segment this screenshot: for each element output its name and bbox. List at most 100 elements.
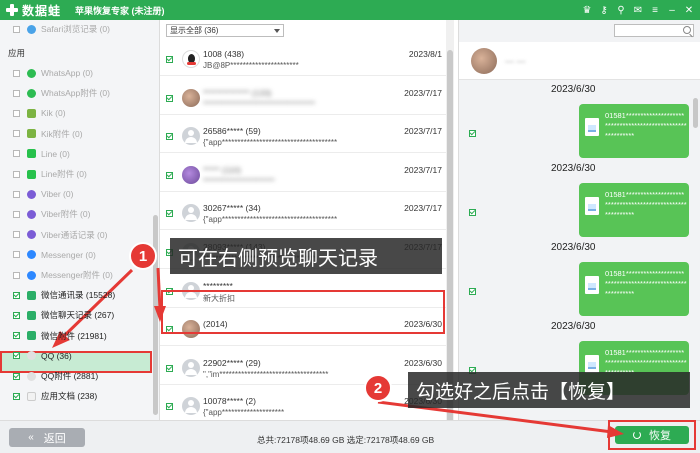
conversation-name: 1008 (438) (203, 49, 245, 59)
checkbox[interactable] (13, 69, 20, 77)
conversation-row[interactable]: ***** (110) 2023/7/17 ********************… (160, 158, 448, 192)
checkbox[interactable] (13, 231, 20, 239)
checkbox[interactable] (13, 392, 20, 400)
close-icon[interactable]: ✕ (684, 5, 694, 16)
checkbox[interactable] (166, 210, 173, 218)
message-checkbox[interactable] (469, 288, 476, 295)
sidebar-item[interactable]: Kik附件 (0) (13, 127, 83, 141)
checkbox[interactable] (13, 130, 20, 138)
checkbox[interactable] (13, 109, 20, 117)
sidebar-item-label: WhatsApp附件 (0) (41, 88, 110, 99)
search-input[interactable] (614, 24, 694, 37)
checkbox[interactable] (13, 150, 20, 158)
sidebar-item[interactable]: Line附件 (0) (13, 167, 87, 181)
avatar (182, 204, 200, 223)
sidebar-item[interactable]: Messenger附件 (0) (13, 268, 113, 282)
sidebar-item[interactable]: WhatsApp附件 (0) (13, 86, 110, 100)
conversation-name: 26586***** (59) (203, 126, 261, 137)
checkbox[interactable] (13, 170, 20, 178)
minimize-icon[interactable]: – (667, 5, 677, 16)
conversation-name: 30267***** (34) (203, 203, 261, 214)
title-bar: 数据蛙 苹果恢复专家 (未注册) ♛ ⚷ ⚲ ✉ ≡ – ✕ (0, 0, 700, 20)
chat-icon[interactable]: ✉ (633, 5, 643, 16)
back-button[interactable]: « 返回 (9, 428, 85, 447)
sidebar-item[interactable]: Kik (0) (13, 106, 66, 120)
list-scrollbar[interactable] (446, 20, 454, 430)
checkbox[interactable] (166, 171, 173, 179)
conversation-row[interactable]: 10078***** (2)2023/6/30{"app************… (160, 389, 448, 424)
sidebar-item-label: 微信通讯录 (15528) (41, 290, 116, 301)
checkbox[interactable] (13, 190, 20, 198)
sidebar-item[interactable]: 应用文档 (238) (13, 389, 97, 403)
plus-logo-icon (6, 4, 18, 16)
sidebar-item[interactable]: Messenger (0) (13, 248, 96, 262)
sidebar-item[interactable]: 微信聊天记录 (267) (13, 308, 114, 322)
checkbox[interactable] (13, 372, 20, 380)
file-image-icon (585, 118, 599, 136)
sidebar-item[interactable]: Line (0) (13, 147, 70, 161)
checkbox[interactable] (166, 133, 173, 141)
wechat-icon (27, 331, 36, 341)
chat-contact-name: — — (505, 56, 526, 66)
checkbox[interactable] (166, 364, 173, 372)
checkbox[interactable] (166, 94, 173, 102)
back-label: 返回 (43, 432, 66, 445)
message-bubble[interactable]: 01581***********************************… (579, 104, 689, 158)
conversation-name: 22902***** (29) (203, 357, 261, 368)
conversation-row[interactable]: 22902***** (29) 2023/6/30 ","im***********… (160, 351, 448, 385)
chat-date-separator: 2023/6/30 (551, 242, 596, 253)
sidebar-item[interactable]: QQ附件 (2881) (13, 369, 98, 383)
checkbox[interactable] (13, 210, 20, 218)
checkbox[interactable] (13, 89, 20, 97)
search-icon[interactable] (683, 26, 691, 34)
conversation-preview: {"app***********************************… (203, 215, 338, 225)
sidebar-item[interactable]: Viber附件 (0) (13, 207, 90, 221)
filter-select[interactable]: 显示全部 (36) (166, 24, 284, 37)
callout-step-2: 勾选好之后点击【恢复】 (408, 372, 690, 408)
line-icon (27, 149, 36, 159)
sidebar-item[interactable]: WhatsApp (0) (13, 66, 93, 80)
message-checkbox[interactable] (469, 209, 476, 216)
chat-scrollbar[interactable] (693, 98, 698, 128)
sidebar-item-safari[interactable]: Safari浏览记录 (0) (13, 22, 110, 36)
restore-button[interactable]: 恢复 (615, 426, 689, 444)
crown-icon[interactable]: ♛ (582, 5, 592, 16)
bottom-bar: « 返回 总共:72178项48.69 GB 选定:72178项48.69 GB (0, 420, 700, 453)
checkbox[interactable] (13, 251, 20, 259)
sidebar-item[interactable]: Viber通话记录 (0) (13, 228, 107, 242)
app-title: 苹果恢复专家 (未注册) (75, 5, 165, 16)
key-icon[interactable]: ⚷ (599, 5, 609, 16)
sidebar-scrollbar[interactable] (153, 215, 158, 415)
menu-icon[interactable]: ≡ (650, 5, 660, 16)
conversation-row[interactable]: 30267***** (34) 2023/7/17 {"app***********… (160, 196, 448, 231)
message-checkbox[interactable] (469, 130, 476, 137)
sidebar-item[interactable]: QQ (36) (13, 349, 72, 363)
pin-icon[interactable]: ⚲ (616, 5, 626, 16)
restore-button-highlight: 恢复 (608, 420, 696, 450)
chat-date-separator: 2023/6/30 (551, 163, 596, 174)
message-bubble[interactable]: 01581***********************************… (579, 262, 689, 316)
checkbox[interactable] (166, 56, 173, 63)
sidebar-item[interactable]: 微信附件 (21981) (13, 329, 107, 343)
avatar (182, 358, 200, 377)
sidebar-item[interactable]: Viber (0) (13, 187, 73, 201)
conversation-row[interactable]: 1008 (438) 2023/8/1 JB@8P*****************… (160, 42, 448, 76)
checkbox[interactable] (13, 332, 20, 340)
message-bubble[interactable]: 01581***********************************… (579, 183, 689, 237)
conversation-row[interactable]: ************** (133) 2023/7/17 ***********… (160, 81, 448, 115)
checkbox[interactable] (13, 25, 20, 33)
sidebar-item[interactable]: 微信通讯录 (15528) (13, 288, 115, 302)
conversation-preview: ","im*********************************** (203, 369, 329, 379)
file-image-icon (585, 197, 599, 215)
checkbox[interactable] (13, 311, 20, 319)
sidebar-item-label: Viber附件 (0) (41, 209, 91, 220)
message-text: 01581***********************************… (605, 111, 687, 140)
checkbox[interactable] (13, 291, 20, 299)
checkbox[interactable] (166, 403, 173, 411)
checkbox[interactable] (13, 271, 20, 279)
conversation-row[interactable]: 26586***** (59) 2023/7/17 {"app***********… (160, 119, 448, 154)
sidebar-item-label: WhatsApp (0) (41, 68, 93, 78)
checkbox[interactable] (13, 352, 20, 360)
safari-icon (27, 24, 36, 34)
conversation-name: ***** (110) (203, 164, 242, 175)
